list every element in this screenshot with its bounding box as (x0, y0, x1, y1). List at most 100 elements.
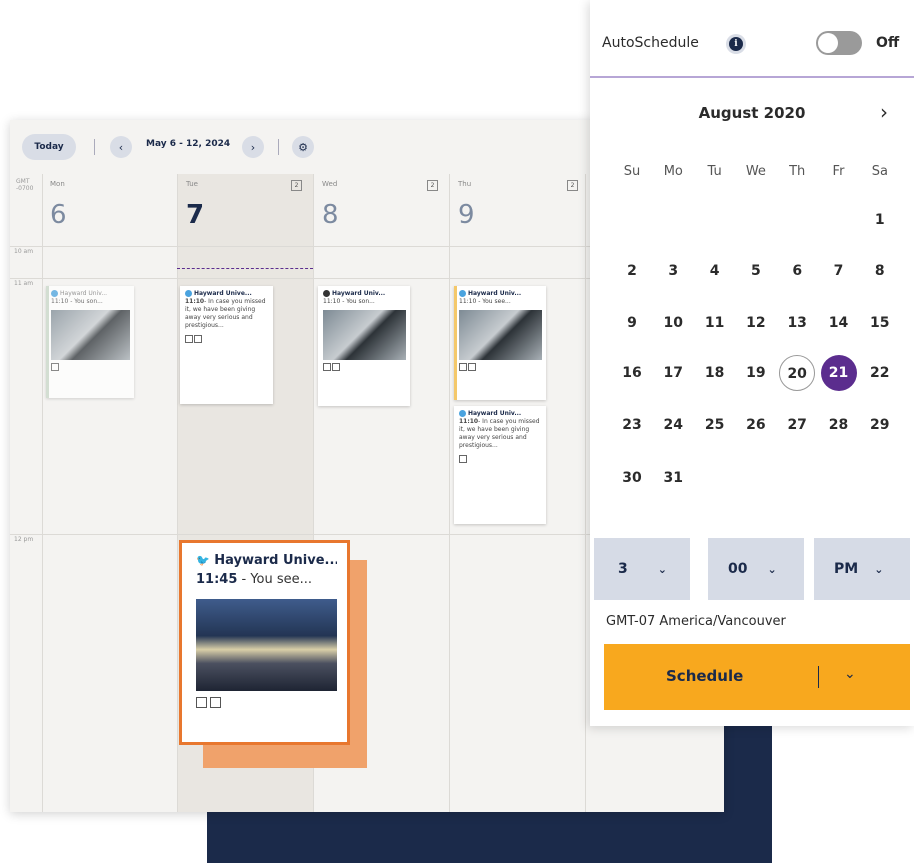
day-cell[interactable]: 13 (779, 305, 815, 341)
chevron-down-icon: ⌄ (844, 666, 856, 682)
chevron-right-icon: › (250, 140, 256, 154)
day-cell[interactable]: 2 (614, 253, 650, 289)
autoschedule-header: AutoSchedule i Off (590, 0, 914, 78)
post-time: 11:10 (459, 418, 479, 425)
info-icon: i (729, 37, 743, 51)
chevron-down-icon: ⌄ (767, 562, 777, 576)
post-count-badge: 2 (427, 180, 438, 191)
day-cell[interactable]: 7 (821, 253, 857, 289)
day-name: Tue (186, 180, 198, 188)
day-cell[interactable]: 21 (820, 355, 857, 391)
day-cell[interactable]: 22 (862, 355, 898, 391)
post-card[interactable]: Hayward Unive... 11:10- In case you miss… (180, 286, 273, 404)
day-cell[interactable]: 14 (821, 305, 857, 341)
post-time: 11:10 - You see... (459, 298, 511, 305)
day-cell[interactable]: 6 (779, 253, 815, 289)
day-cell[interactable]: 10 (655, 305, 691, 341)
weekday-label: Tu (707, 164, 722, 179)
prev-week-button[interactable]: ‹ (110, 136, 132, 158)
button-divider (818, 666, 819, 688)
post-card[interactable]: Hayward Univ... 11:10 - You son... (318, 286, 410, 406)
next-week-button[interactable]: › (242, 136, 264, 158)
autoschedule-label: AutoSchedule (602, 35, 699, 51)
day-cell[interactable]: 19 (738, 355, 774, 391)
gear-icon: ⚙ (298, 140, 308, 154)
time-label-12pm: 12 pm (14, 536, 34, 543)
post-time: 11:10 (185, 298, 205, 305)
image-icon (51, 363, 59, 371)
schedule-options-button[interactable]: ⌄ (844, 666, 856, 682)
month-label: August 2020 (698, 104, 806, 122)
schedule-button[interactable]: Schedule ⌄ (604, 644, 910, 710)
dragged-post-card[interactable]: 🐦 Hayward Unive... 11:45 - You see... (179, 540, 350, 745)
day-cell[interactable]: 8 (862, 253, 898, 289)
calendar-icon (196, 697, 207, 708)
day-cell[interactable]: 11 (697, 305, 733, 341)
day-cell[interactable]: 31 (655, 460, 691, 496)
day-cell[interactable]: 4 (697, 253, 733, 289)
toolbar-divider (278, 139, 279, 155)
post-author: Hayward Univ... (332, 290, 386, 297)
day-cell[interactable]: 29 (862, 407, 898, 443)
post-count-badge: 2 (291, 180, 302, 191)
post-author: Hayward Univ... (468, 410, 522, 417)
day-cell[interactable]: 24 (655, 407, 691, 443)
twitter-icon (51, 290, 58, 297)
post-image (323, 310, 406, 360)
image-icon (468, 363, 476, 371)
post-count-badge: 2 (567, 180, 578, 191)
calendar-icon (459, 363, 467, 371)
calendar-icon (323, 363, 331, 371)
day-column-mon[interactable] (42, 174, 178, 812)
info-button[interactable]: i (726, 34, 746, 54)
settings-button[interactable]: ⚙ (292, 136, 314, 158)
day-cell[interactable]: 23 (614, 407, 650, 443)
day-cell[interactable]: 3 (655, 253, 691, 289)
hour-select[interactable]: 3 ⌄ (594, 538, 690, 600)
post-card[interactable]: Hayward Univ... 11:10 - You son... (46, 286, 134, 398)
today-button[interactable]: Today (22, 134, 76, 160)
post-card[interactable]: Hayward Univ... 11:10- In case you misse… (454, 406, 546, 524)
twitter-icon: 🐦 (196, 554, 210, 567)
day-cell[interactable]: 17 (655, 355, 691, 391)
day-number: 9 (458, 200, 475, 230)
twitter-icon (459, 290, 466, 297)
day-cell[interactable]: 20 (779, 355, 816, 391)
day-cell[interactable]: 18 (697, 355, 733, 391)
day-cell[interactable]: 9 (614, 305, 650, 341)
day-cell[interactable]: 27 (779, 407, 815, 443)
schedule-panel: AutoSchedule i Off August 2020 › Su Mo Tu W… (590, 0, 914, 726)
weekday-label: Mo (663, 164, 683, 179)
post-time: 11:10 - You son... (323, 298, 375, 305)
ampm-select[interactable]: PM ⌄ (814, 538, 910, 600)
autoschedule-toggle[interactable] (816, 31, 862, 55)
day-cell[interactable]: 1 (862, 202, 898, 238)
post-author: Hayward Unive... (214, 553, 337, 568)
day-name: Mon (50, 180, 65, 188)
day-name: Wed (322, 180, 338, 188)
post-author: Hayward Univ... (468, 290, 522, 297)
post-time: 11:10 - You son... (51, 298, 103, 305)
next-month-button[interactable]: › (880, 100, 888, 124)
day-name: Thu (458, 180, 472, 188)
post-icon (323, 290, 330, 297)
day-cell[interactable]: 28 (821, 407, 857, 443)
minute-select[interactable]: 00 ⌄ (708, 538, 804, 600)
current-time-line (177, 268, 313, 269)
day-cell[interactable]: 12 (738, 305, 774, 341)
calendar-icon (185, 335, 193, 343)
day-cell[interactable]: 26 (738, 407, 774, 443)
chevron-down-icon: ⌄ (874, 562, 884, 576)
twitter-icon (459, 410, 466, 417)
timezone-label: GMT-07 America/Vancouver (606, 614, 786, 629)
day-cell[interactable]: 25 (697, 407, 733, 443)
day-cell[interactable]: 16 (614, 355, 650, 391)
post-card[interactable]: Hayward Univ... 11:10 - You see... (454, 286, 546, 400)
day-cell[interactable]: 15 (862, 305, 898, 341)
image-icon (459, 455, 467, 463)
timezone-label: GMT -0700 (16, 178, 34, 192)
day-cell[interactable]: 30 (614, 460, 650, 496)
weekday-label: Sa (871, 164, 888, 179)
day-cell[interactable]: 5 (738, 253, 774, 289)
day-number: 6 (50, 200, 67, 230)
